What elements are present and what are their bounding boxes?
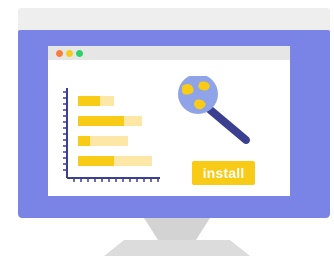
maximize-dot[interactable] [76, 50, 83, 57]
background-band [18, 8, 330, 30]
magnifier-globe-icon [178, 76, 250, 144]
bar-2 [78, 116, 124, 126]
bar-1 [78, 96, 100, 106]
window-title-bar [48, 46, 290, 60]
bar-chart-icon [63, 88, 160, 182]
monitor-stand [104, 218, 250, 256]
minimize-dot[interactable] [66, 50, 73, 57]
close-dot[interactable] [56, 50, 63, 57]
install-button[interactable]: install [192, 161, 255, 185]
bar-3 [78, 136, 90, 146]
bar-4 [78, 156, 114, 166]
